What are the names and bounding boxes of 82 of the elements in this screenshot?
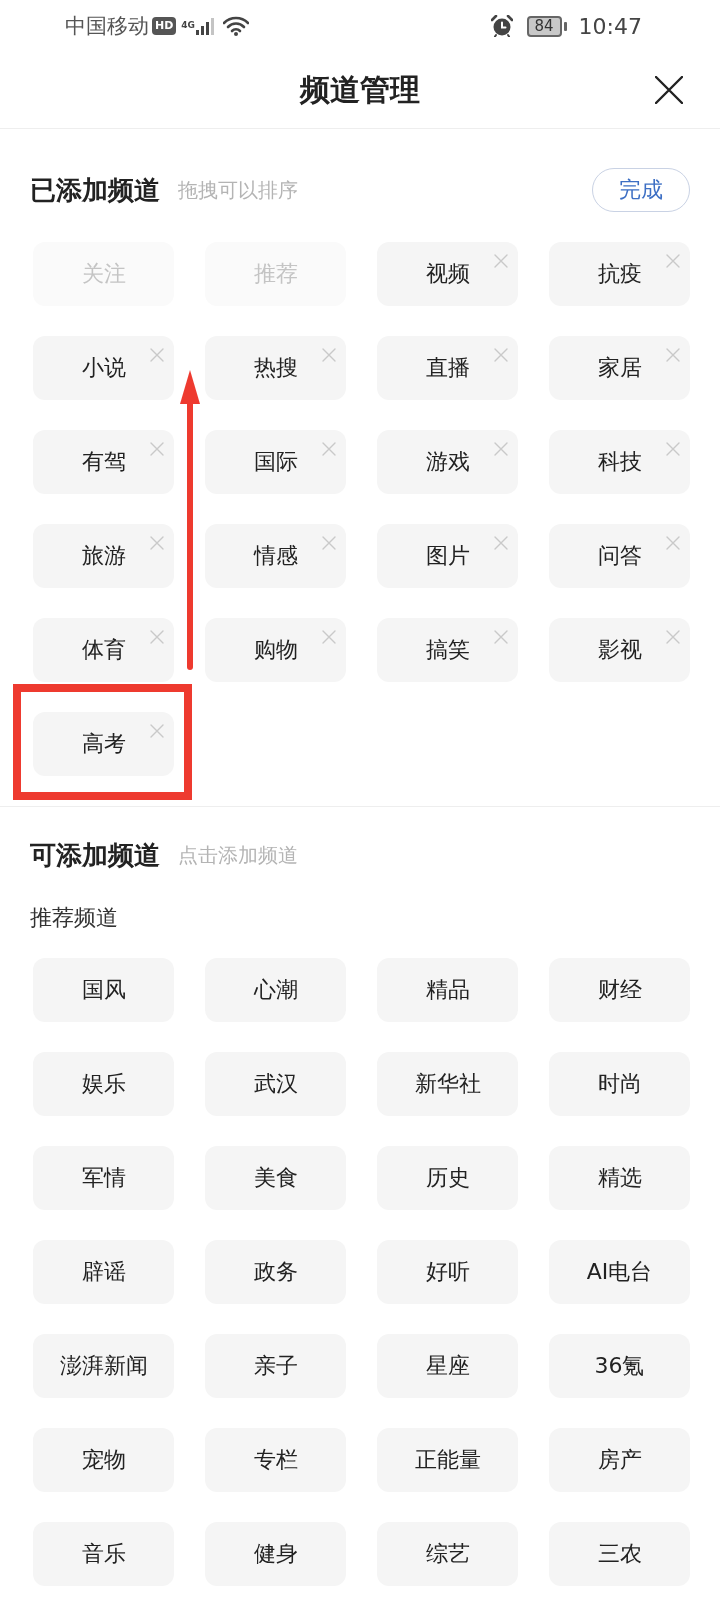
channel-tile[interactable]: 热搜 (205, 336, 346, 400)
close-icon[interactable] (494, 442, 508, 456)
channel-tile[interactable]: 历史 (377, 1146, 518, 1210)
channel-tile[interactable]: 视频 (377, 242, 518, 306)
channel-tile[interactable]: 直播 (377, 336, 518, 400)
section-title: 可添加频道 (30, 838, 160, 872)
close-icon[interactable] (150, 724, 164, 738)
channel-tile[interactable]: 影视 (549, 618, 690, 682)
network-type: 4G (181, 20, 195, 30)
close-icon[interactable] (666, 442, 680, 456)
group-title: 推荐频道 (30, 904, 119, 932)
channel-tile[interactable]: 辟谣 (33, 1240, 174, 1304)
channel-tile[interactable]: 健身 (205, 1522, 346, 1586)
close-icon (655, 76, 683, 104)
channel-tile[interactable]: 情感 (205, 524, 346, 588)
close-icon[interactable] (494, 254, 508, 268)
channel-tile[interactable]: 搞笑 (377, 618, 518, 682)
battery-indicator: 84 (526, 15, 567, 37)
channel-tile[interactable]: 综艺 (377, 1522, 518, 1586)
channel-tile[interactable]: 图片 (377, 524, 518, 588)
channel-tile[interactable]: 精品 (377, 958, 518, 1022)
channel-tile[interactable]: 星座 (377, 1334, 518, 1398)
signal-icon (196, 17, 215, 35)
close-icon[interactable] (494, 630, 508, 644)
channel-tile[interactable]: 房产 (549, 1428, 690, 1492)
close-icon[interactable] (150, 348, 164, 362)
channel-tile[interactable]: 武汉 (205, 1052, 346, 1116)
channel-tile[interactable]: 有驾 (33, 430, 174, 494)
channel-tile[interactable]: 国际 (205, 430, 346, 494)
wifi-icon (223, 16, 249, 36)
done-button[interactable]: 完成 (592, 168, 690, 212)
channel-tile[interactable]: 专栏 (205, 1428, 346, 1492)
channel-tile[interactable]: 三农 (549, 1522, 690, 1586)
channel-tile[interactable]: 心潮 (205, 958, 346, 1022)
close-icon[interactable] (322, 536, 336, 550)
channel-tile[interactable]: 宠物 (33, 1428, 174, 1492)
section-hint: 拖拽可以排序 (178, 176, 298, 204)
channel-tile[interactable]: 体育 (33, 618, 174, 682)
channel-tile[interactable]: 好听 (377, 1240, 518, 1304)
channel-tile[interactable]: 高考 (33, 712, 174, 776)
carrier-name: 中国移动 (65, 13, 149, 40)
close-icon[interactable] (150, 442, 164, 456)
close-icon[interactable] (322, 348, 336, 362)
channel-tile[interactable]: AI电台 (549, 1240, 690, 1304)
channel-tile[interactable]: 购物 (205, 618, 346, 682)
channel-tile[interactable]: 问答 (549, 524, 690, 588)
close-icon[interactable] (150, 536, 164, 550)
close-icon[interactable] (666, 536, 680, 550)
section-hint: 点击添加频道 (178, 841, 298, 869)
channel-tile[interactable]: 时尚 (549, 1052, 690, 1116)
close-icon[interactable] (322, 630, 336, 644)
channel-tile[interactable]: 澎湃新闻 (33, 1334, 174, 1398)
close-icon[interactable] (150, 630, 164, 644)
alarm-icon (490, 15, 513, 37)
section-title: 已添加频道 (30, 173, 160, 207)
channel-tile[interactable]: 国风 (33, 958, 174, 1022)
channel-tile[interactable]: 正能量 (377, 1428, 518, 1492)
channel-tile[interactable]: 财经 (549, 958, 690, 1022)
channel-tile[interactable]: 家居 (549, 336, 690, 400)
channel-tile[interactable]: 美食 (205, 1146, 346, 1210)
channel-tile[interactable]: 旅游 (33, 524, 174, 588)
channel-tile[interactable]: 新华社 (377, 1052, 518, 1116)
channel-tile[interactable]: 娱乐 (33, 1052, 174, 1116)
close-icon[interactable] (666, 630, 680, 644)
channel-tile[interactable]: 军情 (33, 1146, 174, 1210)
close-icon[interactable] (322, 442, 336, 456)
close-icon[interactable] (666, 348, 680, 362)
channel-tile[interactable]: 抗疫 (549, 242, 690, 306)
page-title: 频道管理 (300, 70, 420, 109)
channel-tile[interactable]: 科技 (549, 430, 690, 494)
close-icon[interactable] (494, 536, 508, 550)
close-icon[interactable] (666, 254, 680, 268)
channel-tile[interactable]: 政务 (205, 1240, 346, 1304)
channel-tile[interactable]: 游戏 (377, 430, 518, 494)
channel-tile[interactable]: 36氪 (549, 1334, 690, 1398)
channel-tile[interactable]: 精选 (549, 1146, 690, 1210)
hd-badge: HD (152, 17, 177, 35)
channel-tile[interactable]: 小说 (33, 336, 174, 400)
channel-tile[interactable]: 亲子 (205, 1334, 346, 1398)
clock-time: 10:47 (578, 13, 642, 39)
close-icon[interactable] (494, 348, 508, 362)
channel-tile[interactable]: 音乐 (33, 1522, 174, 1586)
